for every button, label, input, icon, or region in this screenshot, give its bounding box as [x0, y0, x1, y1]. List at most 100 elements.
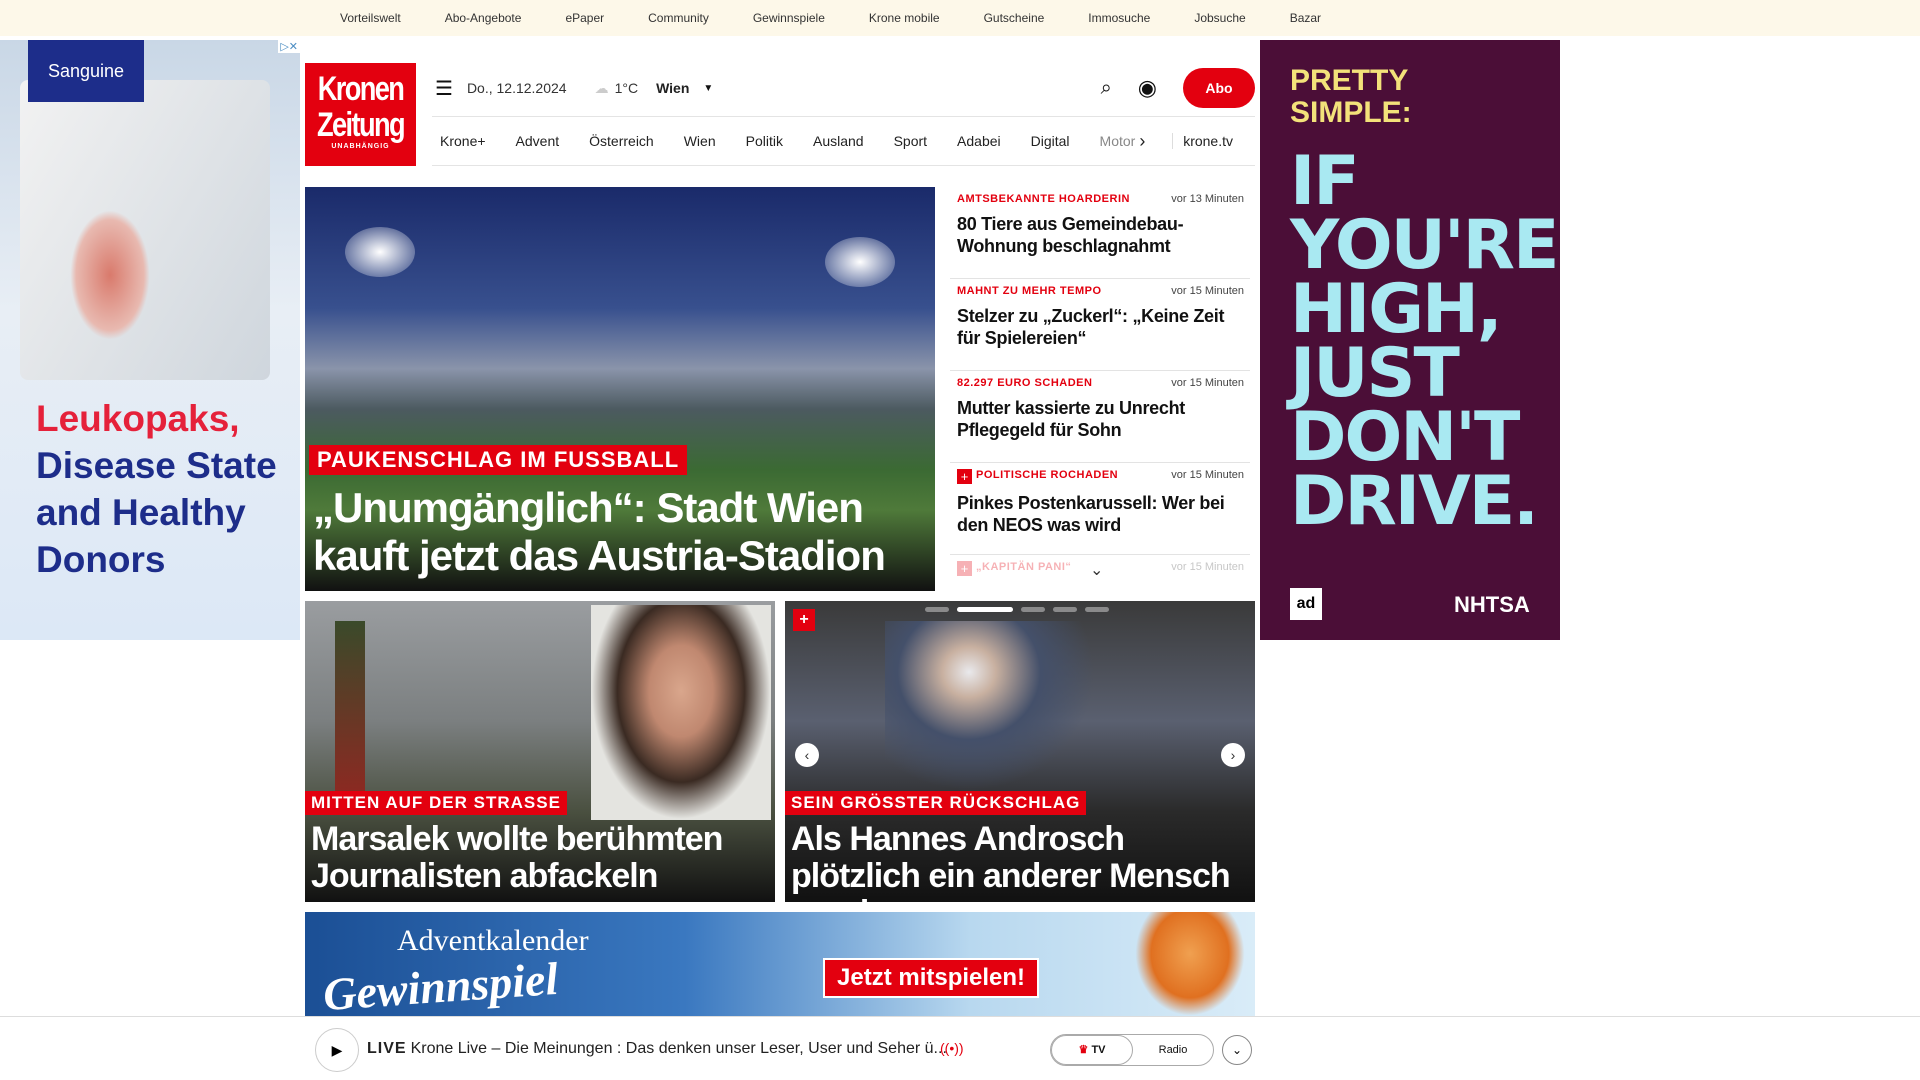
tv-tab[interactable]: ♛ TV: [1051, 1035, 1133, 1065]
ad-brand-logo: Sanguine: [28, 40, 144, 102]
krone-plus-icon: +: [793, 609, 815, 631]
fox-mascot-image: [1135, 912, 1245, 1016]
topnav-krone-mobile[interactable]: Krone mobile: [869, 11, 940, 25]
logo-tagline: UNABHÄNGIG: [331, 143, 390, 150]
weather-cloud-icon: ☁: [594, 79, 609, 96]
play-button[interactable]: ▶: [315, 1028, 359, 1072]
ad-council-logo: ad: [1290, 588, 1322, 620]
header-bar: ☰ Do., 12.12.2024 ☁ 1°C Wien ▼ ⌕ ◉ Abo: [435, 68, 1255, 108]
crown-icon: ♛: [1078, 1044, 1089, 1056]
news-ticker-list: AMTSBEKANNTE HOARDERIN vor 13 Minuten 80 …: [950, 187, 1250, 591]
nav-politik[interactable]: Politik: [746, 133, 783, 149]
nav-ausland[interactable]: Ausland: [813, 133, 864, 149]
carousel-next-icon[interactable]: ›: [1221, 743, 1245, 767]
topnav-bazar[interactable]: Bazar: [1290, 11, 1321, 25]
banner-cta-button[interactable]: Jetzt mitspielen!: [823, 958, 1040, 998]
item-kicker: MAHNT ZU MEHR TEMPO: [957, 285, 1102, 297]
card-title[interactable]: Marsalek wollte berühmten Journalisten a…: [311, 821, 775, 895]
topnav-abo-angebote[interactable]: Abo-Angebote: [445, 11, 522, 25]
banner-line2: Gewinnspiel: [321, 952, 560, 1016]
logo-line: Kronen: [317, 70, 405, 108]
right-ad-banner[interactable]: PRETTY SIMPLE: IF YOU'RE HIGH, JUST DON'…: [1260, 40, 1560, 640]
stadium-light: [345, 227, 415, 277]
topnav-epaper[interactable]: ePaper: [565, 11, 604, 25]
item-time: vor 15 Minuten: [1171, 469, 1244, 481]
chevron-right-icon[interactable]: ›: [1139, 131, 1145, 152]
broadcast-icon: ((•)): [940, 1040, 964, 1056]
item-kicker: AMTSBEKANNTE HOARDERIN: [957, 193, 1130, 205]
topnav-community[interactable]: Community: [648, 11, 709, 25]
krone-plus-icon: +: [957, 561, 972, 576]
krone-plus-icon: +: [957, 469, 972, 484]
kronen-zeitung-logo[interactable]: Kronen Zeitung UNABHÄNGIG: [305, 63, 416, 166]
list-item[interactable]: 82.297 EURO SCHADEN vor 15 Minuten Mutter…: [950, 371, 1250, 463]
card-title[interactable]: Als Hannes Androsch plötzlich ein andere…: [791, 821, 1255, 903]
hero-title[interactable]: „Unumgänglich“: Stadt Wien kauft jetzt d…: [313, 484, 935, 580]
nav-krone-tv[interactable]: krone.tv: [1172, 133, 1233, 149]
current-date: Do., 12.12.2024: [466, 80, 567, 96]
ad-line: Disease State: [36, 445, 277, 486]
item-title[interactable]: Stelzer zu „Zuckerl“: „Keine Zeit für Sp…: [957, 305, 1244, 349]
expand-list-chevron-icon[interactable]: ⌄: [1090, 560, 1103, 580]
article-carousel-card[interactable]: + ‹ › SEIN GRÖSSTER RÜCKSCHLAG Als Hanne…: [785, 601, 1255, 902]
ad-line: Donors: [36, 539, 166, 580]
chevron-down-icon[interactable]: ▼: [703, 83, 713, 94]
left-ad-banner[interactable]: Sanguine ▷✕ Leukopaks, Disease State and…: [0, 40, 300, 640]
hero-kicker: PAUKENSCHLAG IM FUSSBALL: [309, 445, 688, 475]
live-player-bar: ▶ LIVE Krone Live – Die Meinungen : Das d…: [0, 1016, 1920, 1080]
tv-label: TV: [1091, 1044, 1106, 1056]
abo-button[interactable]: Abo: [1183, 68, 1255, 108]
live-text[interactable]: LIVE Krone Live – Die Meinungen : Das den…: [367, 1040, 947, 1058]
ad-headline: PRETTY SIMPLE:: [1290, 64, 1412, 129]
live-label: LIVE: [367, 1040, 407, 1057]
main-nav: Krone+ Advent Österreich Wien Politik Au…: [432, 116, 1255, 166]
item-time: vor 15 Minuten: [1171, 285, 1244, 297]
chevron-down-icon[interactable]: ⌄: [1222, 1035, 1252, 1065]
item-kicker: POLITISCHE ROCHADEN: [976, 469, 1119, 481]
tv-radio-toggle[interactable]: ♛ TV Radio: [1050, 1034, 1214, 1066]
nav-krone-plus[interactable]: Krone+: [440, 133, 486, 149]
user-account-icon[interactable]: ◉: [1138, 75, 1157, 101]
item-title[interactable]: Mutter kassierte zu Unrecht Pflegegeld f…: [957, 397, 1244, 441]
nav-adabei[interactable]: Adabei: [957, 133, 1001, 149]
live-title: Krone Live – Die Meinungen : Das denken …: [410, 1040, 947, 1057]
topnav-gewinnspiele[interactable]: Gewinnspiele: [753, 11, 825, 25]
topnav-vorteilswelt[interactable]: Vorteilswelt: [340, 11, 401, 25]
list-item[interactable]: MAHNT ZU MEHR TEMPO vor 15 Minuten Stelze…: [950, 279, 1250, 371]
logo-line: Zeitung: [316, 106, 406, 144]
portrait-image: [591, 605, 771, 820]
adventkalender-banner[interactable]: Adventkalender Gewinnspiel Jetzt mitspie…: [305, 912, 1255, 1016]
article-card[interactable]: MITTEN AUF DER STRASSE Marsalek wollte b…: [305, 601, 775, 902]
radio-tab[interactable]: Radio: [1133, 1044, 1213, 1056]
topnav-gutscheine[interactable]: Gutscheine: [984, 11, 1045, 25]
nav-advent[interactable]: Advent: [516, 133, 560, 149]
hero-article[interactable]: PAUKENSCHLAG IM FUSSBALL „Unumgänglich“:…: [305, 187, 935, 591]
ad-image-detail: [70, 210, 150, 340]
topnav-immosuche[interactable]: Immosuche: [1088, 11, 1150, 25]
nav-digital[interactable]: Digital: [1031, 133, 1070, 149]
list-item[interactable]: AMTSBEKANNTE HOARDERIN vor 13 Minuten 80 …: [950, 187, 1250, 279]
item-time: vor 13 Minuten: [1171, 193, 1244, 205]
item-title[interactable]: Pinkes Postenkarussell: Wer bei den NEOS…: [957, 492, 1244, 536]
city-selector[interactable]: Wien: [656, 80, 689, 96]
item-title[interactable]: 80 Tiere aus Gemeindebau-Wohnung beschla…: [957, 213, 1244, 257]
ad-line: and Healthy: [36, 492, 246, 533]
item-time: vor 15 Minuten: [1171, 561, 1244, 573]
list-item[interactable]: + POLITISCHE ROCHADEN vor 15 Minuten Pinke…: [950, 463, 1250, 555]
nav-sport[interactable]: Sport: [894, 133, 927, 149]
carousel-dots[interactable]: [925, 607, 1109, 612]
search-icon[interactable]: ⌕: [1101, 77, 1112, 100]
nav-oesterreich[interactable]: Österreich: [589, 133, 654, 149]
ad-close-icon[interactable]: ▷✕: [278, 40, 300, 53]
carousel-prev-icon[interactable]: ‹: [795, 743, 819, 767]
banner-line1: Adventkalender: [397, 924, 589, 957]
nav-motor[interactable]: Motor: [1100, 133, 1136, 149]
topnav-jobsuche[interactable]: Jobsuche: [1194, 11, 1245, 25]
temperature: 1°C: [614, 80, 639, 96]
hamburger-menu-icon[interactable]: ☰: [435, 76, 453, 101]
top-service-nav: Vorteilswelt Abo-Angebote ePaper Communi…: [0, 0, 1920, 36]
item-kicker: „KAPITÄN PANI“: [976, 561, 1072, 573]
nav-wien[interactable]: Wien: [684, 133, 716, 149]
item-kicker: 82.297 EURO SCHADEN: [957, 377, 1093, 389]
ad-message: IF YOU'RE HIGH, JUST DON'T DRIVE.: [1290, 142, 1559, 541]
